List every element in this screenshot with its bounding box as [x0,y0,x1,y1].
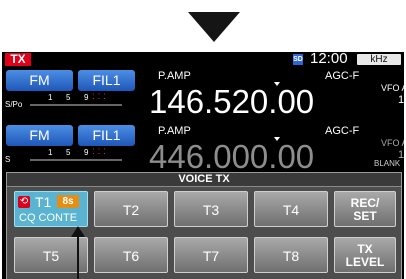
filter-button[interactable]: FIL1 [78,125,135,146]
meter-scale-1: 1 [48,93,53,102]
voice-tx-t3-button[interactable]: T3 [174,191,248,227]
rec-set-button[interactable]: REC/ SET [334,191,396,227]
mode-button[interactable]: FM [6,70,73,91]
tx-level-line2: LEVEL [345,255,385,269]
vfo-label: VFO A [381,83,404,93]
main-band-row: FM FIL1 1 5 9 : : : S/Po P.AMP AGC-F 146… [2,67,404,119]
tx-indicator: TX [5,53,31,66]
preamp-label: P.AMP [158,70,191,82]
memory-channel: 1 [398,94,404,106]
preamp-label: P.AMP [158,125,191,137]
meter-scale-1: 1 [48,148,53,157]
rec-set-line1: REC/ [350,196,380,210]
meter-scale-9: 9 [84,93,89,102]
meter-plus-scale: : : : [92,91,106,102]
rec-set-line2: SET [353,209,377,223]
sub-band-row: FM FIL1 1 5 9 : : : S P.AMP AGC-F 446.00… [2,122,404,174]
t1-message: CQ CONTE [19,212,78,224]
meter-scale-5: 5 [66,148,71,157]
voice-tx-t6-button[interactable]: T6 [94,237,168,273]
voice-tx-t4-button[interactable]: T4 [254,191,328,227]
status-bar: TX SD 12:00 kHz [2,52,404,67]
callout-line [77,230,79,279]
radio-touch-screen: TX SD 12:00 kHz FM FIL1 1 5 9 : : : S/Po… [2,52,404,279]
tx-level-line1: TX [357,242,373,256]
meter-scale-5: 5 [66,93,71,102]
voice-tx-t7-button[interactable]: T7 [174,237,248,273]
tx-level-button[interactable]: TX LEVEL [334,237,396,273]
s-meter-bar [30,104,122,106]
sub-frequency[interactable]: 446.000.00 [149,140,314,174]
meter-plus-scale: : : : [92,146,106,157]
down-arrow-icon [188,12,240,42]
timer-badge: 8s [57,195,79,208]
meter-label: S/Po [5,100,23,109]
s-meter-bar [30,159,122,161]
filter-button[interactable]: FIL1 [78,70,135,91]
tuning-step-badge[interactable]: kHz [357,54,401,65]
agc-label: AGC-F [325,125,360,137]
repeat-icon: ⟲ [18,196,30,208]
callout-arrow-icon [71,226,85,237]
meter-scale-9: 9 [84,148,89,157]
voice-tx-t1-button[interactable]: ⟲ T1 8s CQ CONTE [14,191,88,227]
voice-tx-t2-button[interactable]: T2 [94,191,168,227]
mode-button[interactable]: FM [6,125,73,146]
panel-title: VOICE TX [7,173,401,187]
sd-card-icon: SD [293,54,303,65]
voice-tx-t8-button[interactable]: T8 [254,237,328,273]
t1-label: T1 [35,194,52,210]
agc-label: AGC-F [325,70,360,82]
main-frequency[interactable]: 146.520.00 [149,85,314,119]
vfo-label: VFO A [381,138,404,148]
voice-tx-panel: VOICE TX ⟲ T1 8s CQ CONTE T2 T3 T4 REC/ … [6,172,402,279]
meter-label: S [5,155,11,164]
clock: 12:00 [310,52,348,67]
blank-label: BLANK [374,159,401,168]
